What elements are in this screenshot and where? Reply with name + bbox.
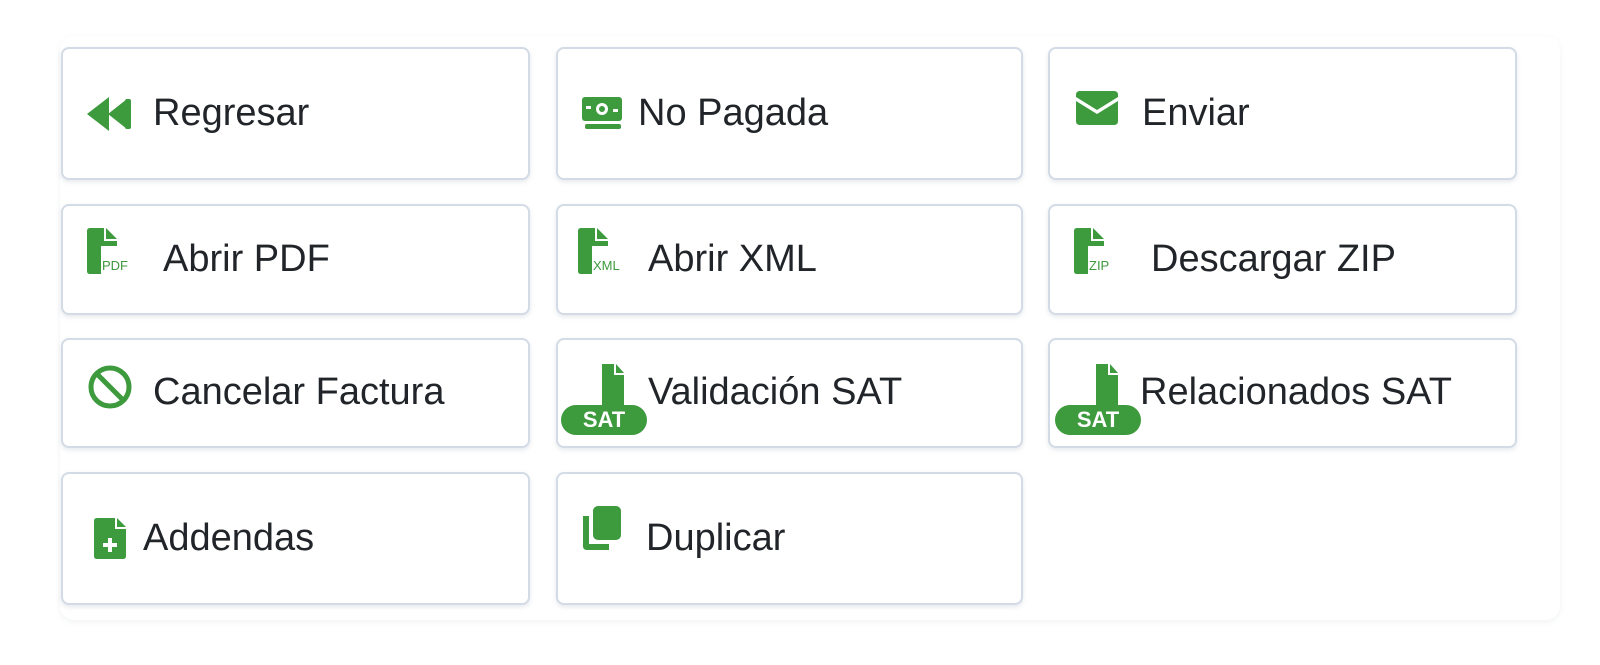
relacionados-sat-label: Relacionados SAT [1140, 371, 1452, 413]
file-sat-icon: SAT [559, 364, 649, 436]
sat-badge: SAT [1077, 407, 1120, 432]
envelope-icon [1076, 91, 1118, 125]
file-xml-icon: XML [578, 228, 628, 276]
abrir-xml-label: Abrir XML [648, 238, 817, 280]
enviar-label: Enviar [1142, 92, 1250, 134]
duplicar-label: Duplicar [646, 517, 786, 559]
file-pdf-icon: PDF [87, 228, 135, 276]
money-bill-icon [582, 97, 622, 131]
validacion-sat-button[interactable]: SAT Validación SAT [556, 338, 1023, 448]
addendas-label: Addendas [143, 517, 315, 559]
abrir-pdf-button[interactable]: PDF Abrir PDF [61, 204, 530, 315]
descargar-zip-button[interactable]: ZIP Descargar ZIP [1048, 204, 1517, 315]
file-sat-icon: SAT [1053, 364, 1143, 436]
regresar-label: Regresar [153, 92, 310, 134]
descargar-zip-label: Descargar ZIP [1151, 238, 1396, 280]
enviar-button[interactable]: Enviar [1048, 47, 1517, 180]
addendas-button[interactable]: Addendas [61, 472, 530, 605]
copy-icon [581, 506, 625, 552]
no-pagada-label: No Pagada [638, 92, 829, 134]
abrir-xml-button[interactable]: XML Abrir XML [556, 204, 1023, 315]
no-pagada-button[interactable]: No Pagada [556, 47, 1023, 180]
pdf-icon-text: PDF [102, 258, 128, 273]
file-zip-icon: ZIP [1074, 228, 1122, 276]
file-plus-icon [94, 518, 128, 560]
validacion-sat-label: Validación SAT [648, 371, 903, 413]
relacionados-sat-button[interactable]: SAT Relacionados SAT [1048, 338, 1517, 448]
backward-icon [87, 95, 133, 133]
cancelar-factura-button[interactable]: Cancelar Factura [61, 338, 530, 448]
cancelar-factura-label: Cancelar Factura [153, 371, 445, 413]
ban-icon [87, 364, 133, 410]
abrir-pdf-label: Abrir PDF [163, 238, 330, 280]
zip-icon-text: ZIP [1089, 258, 1109, 273]
xml-icon-text: XML [593, 258, 620, 273]
regresar-button[interactable]: Regresar [61, 47, 530, 180]
sat-badge: SAT [583, 407, 626, 432]
duplicar-button[interactable]: Duplicar [556, 472, 1023, 605]
